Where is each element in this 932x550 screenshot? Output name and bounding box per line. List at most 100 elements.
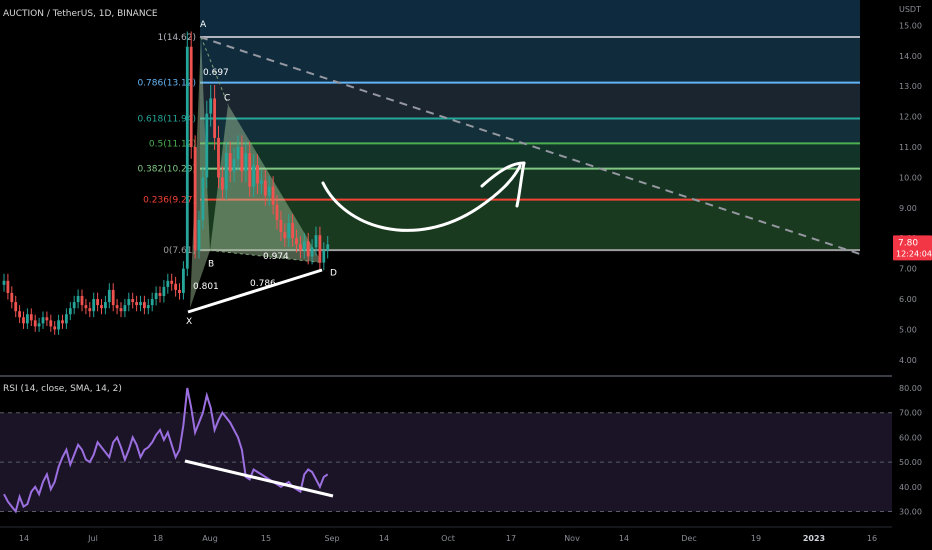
candle-body xyxy=(41,317,45,324)
candle-body xyxy=(240,147,244,172)
candle-body xyxy=(131,299,135,303)
price-tick-label: 4.00 xyxy=(899,356,917,365)
time-tick-label: 17 xyxy=(506,534,516,543)
candle-body xyxy=(174,283,177,290)
pattern-point-label-x: X xyxy=(186,317,192,327)
candle-body xyxy=(162,286,166,297)
candle-body xyxy=(119,308,123,312)
candle-body xyxy=(107,289,111,303)
candle-body xyxy=(310,247,314,257)
candle-body xyxy=(217,137,220,178)
price-tick-label: 15.00 xyxy=(899,21,922,30)
candle-body xyxy=(49,320,53,327)
candle-body xyxy=(205,113,209,178)
candle-body xyxy=(221,177,224,190)
candle-body xyxy=(178,289,181,293)
candle-body xyxy=(158,292,162,297)
candle-body xyxy=(14,302,18,312)
candle-body xyxy=(213,98,216,138)
candle-body xyxy=(185,46,189,269)
candle-body xyxy=(306,241,310,257)
candle-body xyxy=(326,244,330,251)
chart-canvas[interactable]: 1(14.62)0.786(13.12)0.618(11.94)0.5(11.1… xyxy=(0,0,932,550)
price-tick-label: 12.00 xyxy=(899,113,922,122)
pattern-point-label-c: C xyxy=(224,93,230,103)
candle-body xyxy=(193,147,197,251)
rsi-tick-label: 30.00 xyxy=(899,508,922,517)
candle-body xyxy=(267,186,271,196)
candle-body xyxy=(279,220,283,233)
candle-body xyxy=(18,311,21,318)
price-tick-label: 10.00 xyxy=(899,173,922,182)
rsi-tick-label: 40.00 xyxy=(899,483,922,492)
rsi-tick-label: 60.00 xyxy=(899,433,922,442)
candle-body xyxy=(6,280,10,293)
candle-body xyxy=(150,299,154,306)
time-tick-label: Oct xyxy=(441,534,455,543)
candle-body xyxy=(236,147,240,160)
candle-body xyxy=(127,299,131,306)
current-price-value: 7.80 xyxy=(898,238,918,248)
pattern-ratio-label: 0.801 xyxy=(193,282,219,292)
price-tick-label: 7.00 xyxy=(899,265,917,274)
pattern-ratio-label: 0.974 xyxy=(263,252,289,262)
candle-body xyxy=(275,204,279,221)
candle-body xyxy=(53,326,57,330)
candle-body xyxy=(244,153,248,172)
candle-body xyxy=(322,250,326,263)
candle-body xyxy=(111,289,115,306)
candle-body xyxy=(299,244,302,251)
pattern-ratio-label: 0.697 xyxy=(203,68,229,78)
fib-zone-top xyxy=(200,0,860,37)
rsi-panel: 80.00 70.00 60.00 50.00 40.00 30.00 xyxy=(0,378,932,518)
time-tick-label: 14 xyxy=(379,534,389,543)
candle-body xyxy=(80,296,84,306)
time-tick-label: 16 xyxy=(867,534,877,543)
candle-body xyxy=(209,98,213,114)
price-axis-unit: USDT xyxy=(899,5,921,14)
fib-level-label: 0(7.61) xyxy=(163,246,196,256)
candle-body xyxy=(76,296,80,303)
candle-body xyxy=(166,280,170,287)
candle-body xyxy=(318,235,322,263)
price-tick-label: 11.00 xyxy=(899,143,922,152)
candle-body xyxy=(224,153,228,190)
time-tick-label: 18 xyxy=(153,534,163,543)
candle-body xyxy=(2,280,6,285)
candle-body xyxy=(135,302,138,306)
fib-zone xyxy=(200,168,860,200)
fib-zone xyxy=(200,118,860,144)
time-tick-label: Aug xyxy=(202,534,218,543)
candle-body xyxy=(248,153,252,187)
candle-body xyxy=(88,308,92,312)
candle-body xyxy=(197,220,201,251)
time-tick-label: 15 xyxy=(261,534,271,543)
fib-zone xyxy=(200,143,860,169)
candle-body xyxy=(68,308,72,315)
price-tick-label: 5.00 xyxy=(899,325,917,334)
candle-body xyxy=(271,186,275,205)
rsi-indicator-header: RSI (14, close, SMA, 14, 2) xyxy=(3,384,122,394)
rsi-tick-label: 80.00 xyxy=(899,384,922,393)
candle-body xyxy=(201,177,205,221)
candle-body xyxy=(189,46,193,148)
time-tick-label: 19 xyxy=(751,534,761,543)
pattern-point-label-a: A xyxy=(200,20,207,30)
time-axis[interactable]: 14 Jul 18 Aug 15 Sep 14 Oct 17 Nov 14 Dec 19 2023 16 xyxy=(0,526,892,543)
pattern-point-label-b: B xyxy=(208,259,214,269)
fib-level-label: 0.5(11.12) xyxy=(149,139,196,149)
candle-body xyxy=(37,323,41,327)
candle-body xyxy=(100,305,103,309)
candle-body xyxy=(61,320,64,324)
candle-body xyxy=(287,223,291,239)
candle-body xyxy=(314,235,318,248)
candle-body xyxy=(65,314,68,324)
candle-body xyxy=(45,317,49,321)
fib-zone xyxy=(200,82,860,119)
candle-body xyxy=(57,320,60,330)
pattern-point-label-d: D xyxy=(330,269,337,279)
candle-body xyxy=(143,302,146,309)
candle-body xyxy=(92,299,96,312)
candle-body xyxy=(170,280,174,284)
time-tick-label: Jul xyxy=(87,534,98,543)
